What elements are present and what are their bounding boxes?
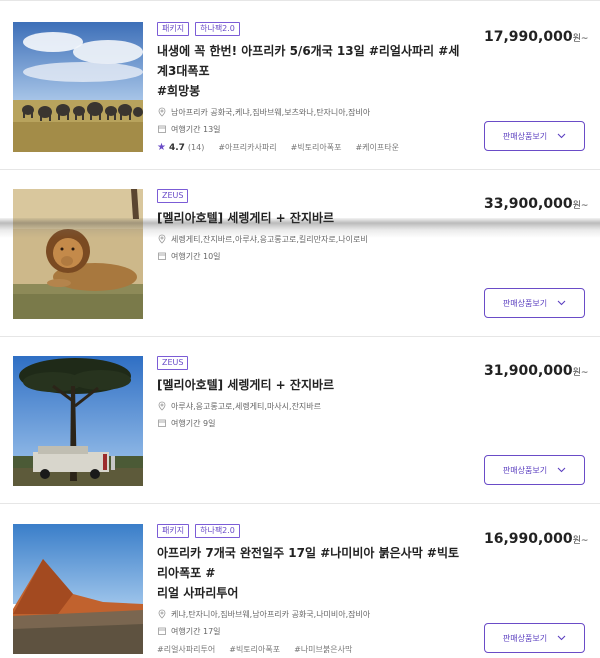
product-title-line[interactable]: [멜리아호텔] 세렝게티 + 잔지바르 — [157, 208, 462, 228]
product-price: 17,990,000원~ — [484, 29, 588, 45]
product-cities: 케냐,탄자니아,짐바브웨,남아프리카 공화국,나미비아,잠비아 — [157, 607, 462, 621]
product-duration: 여행기간 13일 — [157, 122, 462, 136]
product-duration: 여행기간 9일 — [157, 416, 462, 430]
map-pin-icon — [157, 609, 167, 619]
rating-value: 4.7 — [168, 142, 185, 153]
product-duration: 여행기간 10일 — [157, 249, 462, 263]
view-products-button[interactable]: 판매상품보기 — [484, 121, 585, 151]
badge-zeus: ZEUS — [157, 356, 189, 370]
product-image-acacia-jeep[interactable] — [13, 356, 143, 486]
product-image-lion[interactable] — [13, 189, 143, 319]
badge-group: ZEUS — [157, 356, 462, 370]
duration-text: 여행기간 10일 — [171, 251, 221, 261]
calendar-icon — [157, 626, 167, 636]
price-unit: 원~ — [572, 368, 589, 378]
view-products-button[interactable]: 판매상품보기 — [484, 623, 585, 653]
calendar-icon — [157, 251, 167, 261]
badge-hanapack: 하나팩2.0 — [195, 524, 240, 538]
button-label: 판매상품보기 — [502, 298, 548, 308]
product-title[interactable]: [멜리아호텔] 세렝게티 + 잔지바르 — [157, 375, 462, 395]
cities-text: 남아프리카 공화국,케냐,짐바브웨,보츠와나,탄자니아,잠비아 — [171, 107, 371, 117]
product-title[interactable]: [멜리아호텔] 세렝게티 + 잔지바르 — [157, 208, 462, 228]
price-amount: 16,990,000 — [484, 531, 573, 547]
badge-zeus: ZEUS — [157, 189, 189, 203]
cities-text: 아루샤,응고롱고로,세렝게티,마사시,잔지바르 — [171, 401, 322, 411]
map-pin-icon — [157, 107, 167, 117]
product-title-line[interactable]: 리얼 사파리투어 — [157, 583, 462, 603]
product-title[interactable]: 아프리카 7개국 완전일주 17일 #나미비아 붉은사막 #빅토리아폭포 # 리… — [157, 543, 462, 603]
product-title[interactable]: 내생에 꼭 한번! 아프리카 5/6개국 13일 #리얼사파리 #세계3대폭포 … — [157, 41, 462, 101]
product-card[interactable]: 패키지 하나팩2.0 내생에 꼭 한번! 아프리카 5/6개국 13일 #리얼사… — [0, 3, 600, 170]
product-info: ZEUS [멜리아호텔] 세렝게티 + 잔지바르 세렝게티,잔지바르,아루샤,응… — [157, 189, 462, 263]
view-products-button[interactable]: 판매상품보기 — [484, 455, 585, 485]
hashtag[interactable]: #나미브붉은사막 — [294, 644, 352, 655]
review-count: (14) — [187, 143, 205, 152]
hashtag[interactable]: #아프리카사파리 — [218, 142, 276, 153]
duration-text: 여행기간 17일 — [171, 626, 221, 636]
product-info: 패키지 하나팩2.0 내생에 꼭 한번! 아프리카 5/6개국 13일 #리얼사… — [157, 22, 462, 153]
top-divider — [0, 0, 600, 1]
button-label: 판매상품보기 — [502, 465, 548, 475]
hashtag[interactable]: #케이프타운 — [355, 142, 399, 153]
map-pin-icon — [157, 234, 167, 244]
product-title-line[interactable]: #희망봉 — [157, 81, 462, 101]
button-label: 판매상품보기 — [502, 131, 548, 141]
button-label: 판매상품보기 — [502, 633, 548, 643]
chevron-down-icon — [557, 635, 566, 641]
hashtag[interactable]: #빅토리아폭포 — [229, 644, 280, 655]
product-duration: 여행기간 17일 — [157, 624, 462, 638]
badge-hanapack: 하나팩2.0 — [195, 22, 240, 36]
price-amount: 31,900,000 — [484, 363, 573, 379]
price-unit: 원~ — [572, 201, 589, 211]
duration-text: 여행기간 13일 — [171, 124, 221, 134]
product-title-line[interactable]: 내생에 꼭 한번! 아프리카 5/6개국 13일 #리얼사파리 #세계3대폭포 — [157, 41, 462, 81]
product-cities: 세렝게티,잔지바르,아루샤,응고롱고로,킬리만자로,나이로비 — [157, 232, 462, 246]
price-amount: 17,990,000 — [484, 29, 573, 45]
calendar-icon — [157, 124, 167, 134]
chevron-down-icon — [557, 467, 566, 473]
duration-text: 여행기간 9일 — [171, 418, 216, 428]
product-card[interactable]: 패키지 하나팩2.0 아프리카 7개국 완전일주 17일 #나미비아 붉은사막 … — [0, 504, 600, 658]
product-title-line[interactable]: 아프리카 7개국 완전일주 17일 #나미비아 붉은사막 #빅토리아폭포 # — [157, 543, 462, 583]
product-card[interactable]: ZEUS [멜리아호텔] 세렝게티 + 잔지바르 아루샤,응고롱고로,세렝게티,… — [0, 337, 600, 504]
badge-package: 패키지 — [157, 524, 190, 538]
product-cities: 아루샤,응고롱고로,세렝게티,마사시,잔지바르 — [157, 399, 462, 413]
hashtag[interactable]: #빅토리아폭포 — [291, 142, 342, 153]
price-unit: 원~ — [572, 34, 589, 44]
price-unit: 원~ — [572, 536, 589, 546]
product-price: 33,900,000원~ — [484, 196, 588, 212]
cities-text: 세렝게티,잔지바르,아루샤,응고롱고로,킬리만자로,나이로비 — [171, 234, 368, 244]
cities-text: 케냐,탄자니아,짐바브웨,남아프리카 공화국,나미비아,잠비아 — [171, 609, 371, 619]
product-image-elephants[interactable] — [13, 22, 143, 152]
product-price: 31,900,000원~ — [484, 363, 588, 379]
product-image-red-dunes[interactable] — [13, 524, 143, 654]
tags-row: #리얼사파리투어 #빅토리아폭포 #나미브붉은사막 — [157, 644, 462, 655]
star-icon: ★ — [157, 142, 166, 153]
badge-group: 패키지 하나팩2.0 — [157, 22, 462, 36]
badge-group: 패키지 하나팩2.0 — [157, 524, 462, 538]
chevron-down-icon — [557, 300, 566, 306]
badge-package: 패키지 — [157, 22, 190, 36]
product-info: 패키지 하나팩2.0 아프리카 7개국 완전일주 17일 #나미비아 붉은사막 … — [157, 524, 462, 655]
product-info: ZEUS [멜리아호텔] 세렝게티 + 잔지바르 아루샤,응고롱고로,세렝게티,… — [157, 356, 462, 430]
view-products-button[interactable]: 판매상품보기 — [484, 288, 585, 318]
chevron-down-icon — [557, 133, 566, 139]
price-amount: 33,900,000 — [484, 196, 573, 212]
rating-and-tags: ★ 4.7 (14) #아프리카사파리 #빅토리아폭포 #케이프타운 — [157, 142, 462, 153]
calendar-icon — [157, 418, 167, 428]
product-title-line[interactable]: [멜리아호텔] 세렝게티 + 잔지바르 — [157, 375, 462, 395]
product-price: 16,990,000원~ — [484, 531, 588, 547]
product-cities: 남아프리카 공화국,케냐,짐바브웨,보츠와나,탄자니아,잠비아 — [157, 105, 462, 119]
product-card[interactable]: ZEUS [멜리아호텔] 세렝게티 + 잔지바르 세렝게티,잔지바르,아루샤,응… — [0, 170, 600, 337]
hashtag[interactable]: #리얼사파리투어 — [157, 644, 215, 655]
badge-group: ZEUS — [157, 189, 462, 203]
map-pin-icon — [157, 401, 167, 411]
